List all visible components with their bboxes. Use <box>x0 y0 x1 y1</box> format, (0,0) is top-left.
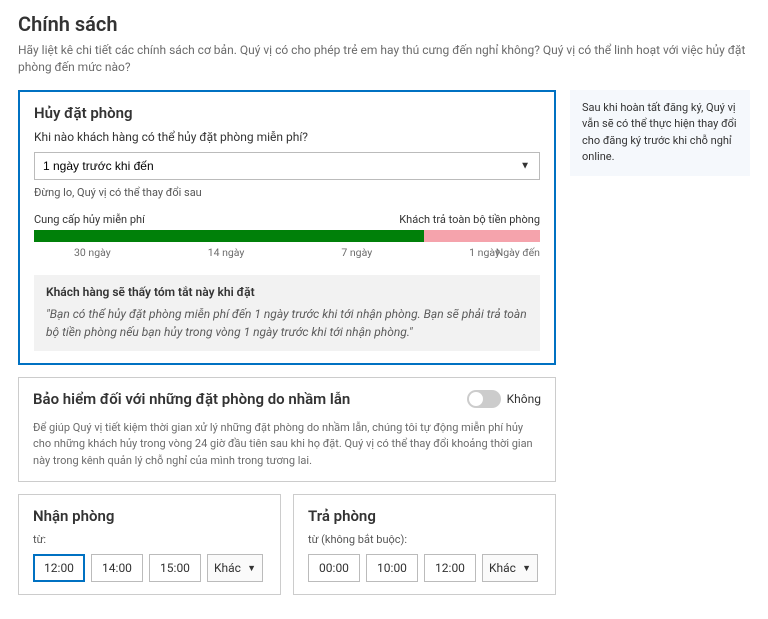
checkin-title: Nhận phòng <box>33 507 266 525</box>
chevron-down-icon: ▼ <box>247 563 256 574</box>
side-info-card: Sau khi hoàn tất đăng ký, Quý vị vẫn sẽ … <box>570 90 750 176</box>
checkout-other-select[interactable]: Khác ▼ <box>482 554 538 582</box>
cancel-question: Khi nào khách hàng có thể hủy đặt phòng … <box>34 130 540 144</box>
checkin-other-select[interactable]: Khác ▼ <box>207 554 263 582</box>
checkout-opt-2[interactable]: 12:00 <box>424 554 476 582</box>
cancel-deadline-select[interactable]: 1 ngày trước khi đến <box>34 152 540 180</box>
checkin-opt-0[interactable]: 12:00 <box>33 554 85 582</box>
page-title: Chính sách <box>18 12 750 36</box>
tick-arrival: Ngày đến <box>496 246 540 259</box>
side-info-text: Sau khi hoàn tất đăng ký, Quý vị vẫn sẽ … <box>582 101 737 164</box>
checkin-opt-2[interactable]: 15:00 <box>149 554 201 582</box>
checkin-from-label: từ: <box>33 533 266 546</box>
cancel-summary-title: Khách hàng sẽ thấy tóm tắt này khi đặt <box>46 285 528 299</box>
bar-label-left: Cung cấp hủy miễn phí <box>34 213 145 226</box>
checkin-card: Nhận phòng từ: 12:00 14:00 15:00 Khác ▼ <box>18 494 281 595</box>
insurance-title: Bảo hiểm đối với những đặt phòng do nhầm… <box>33 390 457 408</box>
cancel-note: Đừng lo, Quý vị có thể thay đổi sau <box>34 186 540 199</box>
cancel-summary-box: Khách hàng sẽ thấy tóm tắt này khi đặt "… <box>34 275 540 351</box>
insurance-card: Bảo hiểm đối với những đặt phòng do nhầm… <box>18 377 556 483</box>
toggle-knob <box>469 392 483 406</box>
page-subtitle: Hãy liệt kê chi tiết các chính sách cơ b… <box>18 42 750 76</box>
chevron-down-icon: ▼ <box>522 563 531 574</box>
tick-7: 7 ngày <box>341 246 372 259</box>
insurance-desc: Để giúp Quý vị tiết kiệm thời gian xử lý… <box>33 420 541 470</box>
checkout-other-label: Khác <box>489 561 516 575</box>
checkout-title: Trả phòng <box>308 507 541 525</box>
checkout-opt-1[interactable]: 10:00 <box>366 554 418 582</box>
cancel-policy-card: Hủy đặt phòng Khi nào khách hàng có thể … <box>18 90 556 365</box>
cancel-bar-paid <box>424 230 540 242</box>
checkout-opt-0[interactable]: 00:00 <box>308 554 360 582</box>
cancel-title: Hủy đặt phòng <box>34 104 540 122</box>
insurance-toggle-label: Không <box>507 392 541 406</box>
cancel-bar-free <box>34 230 424 242</box>
cancel-bar <box>34 230 540 242</box>
bar-label-right: Khách trả toàn bộ tiền phòng <box>399 213 540 226</box>
cancel-ticks: 30 ngày 14 ngày 7 ngày 1 ngày Ngày đến <box>34 246 540 259</box>
cancel-deadline-select-wrap: 1 ngày trước khi đến ▼ <box>34 152 540 180</box>
checkin-opt-1[interactable]: 14:00 <box>91 554 143 582</box>
cancel-summary-text: "Bạn có thể hủy đặt phòng miễn phí đến 1… <box>46 305 528 341</box>
tick-14: 14 ngày <box>208 246 245 259</box>
checkout-from-label: từ (không bắt buộc): <box>308 533 541 546</box>
checkin-other-label: Khác <box>214 561 241 575</box>
tick-30: 30 ngày <box>74 246 111 259</box>
insurance-toggle[interactable] <box>467 390 501 408</box>
checkout-card: Trả phòng từ (không bắt buộc): 00:00 10:… <box>293 494 556 595</box>
